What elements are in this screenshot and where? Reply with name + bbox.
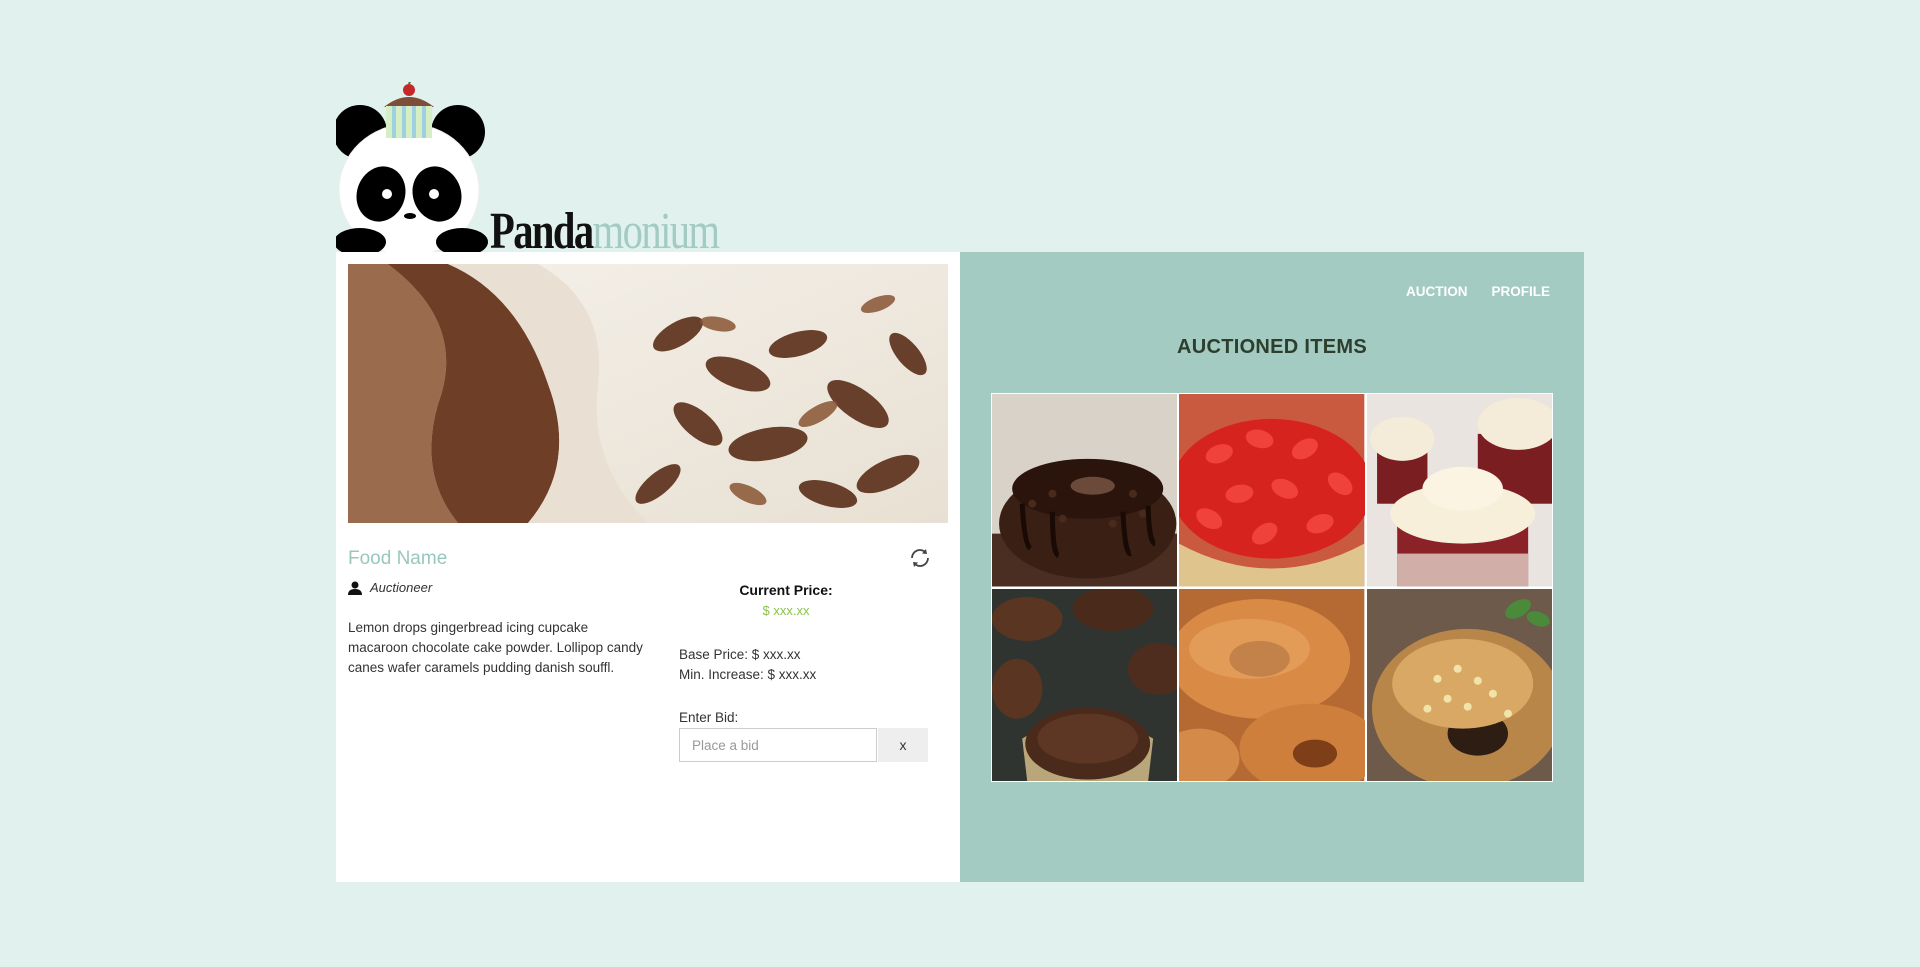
auction-items-grid xyxy=(991,393,1553,782)
auctioneer-name: Auctioneer xyxy=(370,580,433,595)
chocolate-muffins-icon xyxy=(992,588,1178,781)
auction-item-tile[interactable] xyxy=(1366,588,1552,781)
food-description: Lemon drops gingerbread icing cupcake ma… xyxy=(348,620,643,675)
current-price-box: Current Price: $ xxx.xx xyxy=(686,582,886,618)
base-price: Base Price: $ xxx.xx xyxy=(679,647,801,662)
nav-auction-link[interactable]: AUCTION xyxy=(1406,284,1468,299)
chocolate-bundt-cake-icon xyxy=(992,394,1178,587)
section-title: AUCTIONED ITEMS xyxy=(1176,336,1368,358)
min-increase: Min. Increase: $ xxx.xx xyxy=(679,667,817,682)
strawberry-cheesecake-icon xyxy=(1179,394,1365,587)
user-icon xyxy=(348,581,362,595)
auction-item-tile[interactable] xyxy=(992,588,1178,781)
auction-item-tile[interactable] xyxy=(1366,394,1552,587)
brand-wordmark: Pandamonium xyxy=(490,206,720,258)
food-name: Food Name xyxy=(348,548,448,569)
bid-label: Enter Bid: xyxy=(679,710,739,725)
price-details: Base Price: $ xxx.xx Min. Increase: $ xx… xyxy=(679,645,816,685)
place-bid-button[interactable]: x xyxy=(878,728,928,762)
sprinkled-donut-icon xyxy=(1366,588,1552,781)
nav-profile-link[interactable]: PROFILE xyxy=(1491,284,1550,299)
auction-item-tile[interactable] xyxy=(992,394,1178,587)
refresh-icon[interactable] xyxy=(908,546,932,570)
current-price-label: Current Price: xyxy=(739,582,833,598)
auctioned-items-panel: AUCTION PROFILE AUCTIONED ITEMS xyxy=(960,252,1584,882)
item-detail-panel: Food Name Auctioneer Lemon drops gingerb… xyxy=(336,252,960,882)
red-velvet-cupcakes-icon xyxy=(1366,394,1552,587)
food-hero-image xyxy=(348,264,948,523)
current-price-value: $ xxx.xx xyxy=(762,603,810,618)
auctioneer-row: Auctioneer xyxy=(348,580,432,595)
auction-item-tile[interactable] xyxy=(1179,394,1365,587)
auction-item-tile[interactable] xyxy=(1179,588,1365,781)
glazed-donuts-icon xyxy=(1179,588,1365,781)
bid-input[interactable] xyxy=(679,728,877,762)
main-nav: AUCTION PROFILE xyxy=(1406,284,1550,299)
